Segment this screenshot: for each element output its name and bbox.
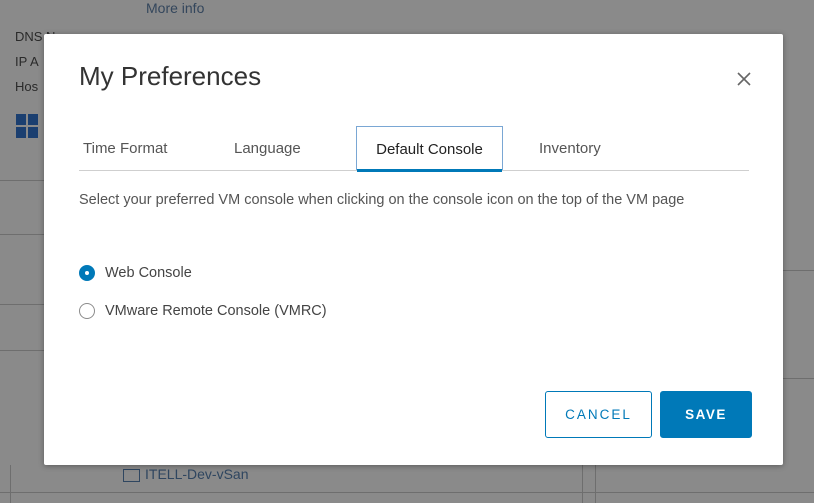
tab-default-console[interactable]: Default Console [356, 126, 503, 172]
vmrc-label: VMware Remote Console (VMRC) [105, 303, 327, 319]
close-icon [737, 72, 751, 86]
console-description: Select your preferred VM console when cl… [79, 192, 685, 208]
option-web-console[interactable]: Web Console [79, 265, 192, 281]
storage-icon [123, 468, 140, 482]
cancel-button[interactable]: CANCEL [545, 391, 652, 438]
windows-icon [16, 114, 38, 138]
host-link-label: ITELL-Dev-vSan [145, 466, 249, 482]
vmrc-radio[interactable] [79, 303, 95, 319]
tab-language[interactable]: Language [234, 126, 301, 169]
preferences-tabs: Time Format Language Default Console Inv… [79, 126, 749, 172]
more-info-link: More info [146, 0, 205, 16]
tab-time-format[interactable]: Time Format [83, 126, 167, 169]
option-vmrc[interactable]: VMware Remote Console (VMRC) [79, 303, 327, 319]
save-button[interactable]: SAVE [660, 391, 752, 438]
preferences-dialog: My Preferences Time Format Language Defa… [44, 34, 783, 465]
host-link: ITELL-Dev-vSan [123, 466, 248, 482]
close-button[interactable] [733, 68, 755, 90]
tab-inventory[interactable]: Inventory [539, 126, 601, 169]
web-console-label: Web Console [105, 265, 192, 281]
dialog-title: My Preferences [79, 61, 262, 91]
web-console-radio[interactable] [79, 265, 95, 281]
